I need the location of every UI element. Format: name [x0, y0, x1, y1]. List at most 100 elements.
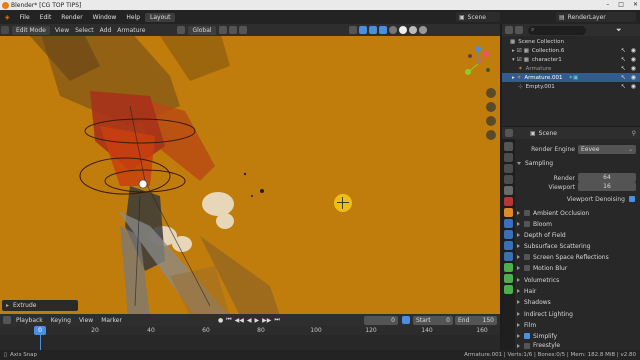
freestyle-checkbox[interactable]	[524, 342, 530, 349]
pivot-icon[interactable]	[218, 26, 227, 34]
section-ambient-occlusion[interactable]: Ambient Occlusion	[517, 208, 637, 218]
editor-type-icon[interactable]	[1, 26, 9, 34]
select-toggle-icon[interactable]: ↖	[621, 83, 626, 90]
outliner-item-empty-001[interactable]: ⊹ Empty.001 ↖ ◉	[502, 82, 640, 91]
section-motion-blur[interactable]: Motion Blur	[517, 263, 637, 273]
select-toggle-icon[interactable]: ↖	[621, 65, 626, 72]
ssr-checkbox[interactable]	[524, 254, 530, 260]
jump-start-icon[interactable]: ⏮	[226, 316, 231, 324]
shading-wireframe-icon[interactable]	[388, 26, 397, 34]
outliner-item-armature-001[interactable]: ▸ ✶ Armature.001 ✶▣ ↖ ◉	[502, 73, 640, 82]
gizmo-icon[interactable]	[358, 26, 367, 34]
pin-icon[interactable]: ⚲	[632, 130, 636, 137]
display-mode-icon[interactable]	[515, 26, 523, 34]
timeline-menu-keying[interactable]: Keying	[47, 317, 75, 324]
select-toggle-icon[interactable]: ↖	[621, 47, 626, 54]
viewport-menu-armature[interactable]: Armature	[114, 27, 148, 34]
3d-cursor-icon[interactable]	[334, 194, 352, 212]
use-preview-range-icon[interactable]	[402, 316, 410, 324]
render-samples-field[interactable]: 64	[578, 173, 636, 182]
expand-icon[interactable]: ▸	[512, 48, 515, 54]
play-icon[interactable]: ▶	[255, 317, 260, 324]
simplify-checkbox[interactable]	[524, 333, 530, 339]
jump-end-icon[interactable]: ⏭	[274, 316, 279, 324]
motion-blur-checkbox[interactable]	[524, 265, 530, 271]
camera-view-icon[interactable]	[486, 116, 496, 126]
bone-constraint-tab-icon[interactable]	[504, 285, 513, 294]
render-engine-dropdown[interactable]: Eevee ⌄	[578, 145, 636, 154]
overlay-icon[interactable]	[368, 26, 377, 34]
section-bloom[interactable]: Bloom	[517, 219, 637, 229]
menu-help[interactable]: Help	[121, 14, 145, 21]
eye-icon[interactable]: ◉	[631, 47, 636, 54]
eye-icon[interactable]: ◉	[631, 83, 636, 90]
next-keyframe-icon[interactable]: ▶▶	[262, 317, 271, 324]
visibility-icon[interactable]	[348, 26, 357, 34]
viewport-menu-add[interactable]: Add	[97, 27, 115, 34]
outliner-item-collection-6[interactable]: ▸ ☑ ▦ Collection.6 ↖ ◉	[502, 46, 640, 55]
ambient-occlusion-checkbox[interactable]	[524, 210, 530, 216]
section-simplify[interactable]: Simplify	[517, 331, 637, 341]
section-sampling[interactable]: Sampling	[517, 158, 637, 168]
timeline-editor-icon[interactable]	[3, 316, 11, 324]
select-toggle-icon[interactable]: ↖	[621, 74, 626, 81]
record-icon[interactable]: ●	[218, 317, 223, 324]
mode-dropdown[interactable]: Edit Mode	[12, 25, 50, 35]
current-frame-field[interactable]: 0	[364, 315, 398, 325]
viewport-samples-field[interactable]: 16	[578, 182, 636, 191]
navigation-gizmo[interactable]	[458, 44, 498, 84]
prev-keyframe-icon[interactable]: ◀◀	[235, 317, 244, 324]
renderlayer-selector[interactable]: ▤ RenderLayer	[556, 12, 636, 22]
section-freestyle[interactable]: Freestyle	[517, 341, 637, 350]
constraints-tab-icon[interactable]	[504, 252, 513, 261]
scene-selector[interactable]: ▣ Scene	[456, 12, 500, 22]
perspective-toggle-icon[interactable]	[486, 130, 496, 140]
play-reverse-icon[interactable]: ◀	[247, 317, 252, 324]
menu-edit[interactable]: Edit	[35, 14, 57, 21]
particles-tab-icon[interactable]	[504, 230, 513, 239]
outliner-editor-icon[interactable]	[505, 26, 513, 34]
minimize-button[interactable]: –	[606, 1, 609, 8]
timeline-menu-playback[interactable]: Playback	[12, 317, 47, 324]
section-depth-of-field[interactable]: Depth of Field	[517, 230, 637, 240]
workspace-tab-layout[interactable]: Layout	[145, 12, 176, 22]
modifier-tab-icon[interactable]	[504, 219, 513, 228]
outliner-search-input[interactable]: ⌕	[528, 25, 586, 35]
eye-icon[interactable]: ◉	[631, 65, 636, 72]
object-tab-icon[interactable]	[504, 208, 513, 217]
timeline-playhead[interactable]: 0	[34, 326, 46, 335]
viewport-menu-view[interactable]: View	[52, 27, 72, 34]
bone-tab-icon[interactable]	[504, 274, 513, 283]
render-tab-icon[interactable]	[504, 153, 513, 162]
maximize-button[interactable]: □	[618, 1, 624, 8]
last-operator-panel[interactable]: ▸ Extrude	[2, 300, 78, 311]
output-tab-icon[interactable]	[504, 164, 513, 173]
transform-orientation-dropdown[interactable]: Global	[188, 25, 216, 35]
pan-view-icon[interactable]	[486, 102, 496, 112]
menu-render[interactable]: Render	[56, 14, 87, 21]
bloom-checkbox[interactable]	[524, 221, 530, 227]
close-button[interactable]: ✕	[633, 1, 638, 8]
section-film[interactable]: Film	[517, 320, 637, 330]
section-shadows[interactable]: Shadows	[517, 297, 637, 307]
eye-icon[interactable]: ◉	[631, 56, 636, 63]
section-indirect-lighting[interactable]: Indirect Lighting	[517, 309, 637, 319]
timeline-menu-view[interactable]: View	[75, 317, 97, 324]
viewport-menu-select[interactable]: Select	[72, 27, 97, 34]
data-tab-icon[interactable]	[504, 263, 513, 272]
tool-tab-icon[interactable]	[504, 142, 513, 151]
shading-rendered-icon[interactable]	[418, 26, 427, 34]
filter-icon[interactable]: ⏷	[616, 26, 622, 35]
shading-solid-icon[interactable]	[398, 26, 407, 34]
menu-file[interactable]: File	[15, 14, 35, 21]
timeline-menu-marker[interactable]: Marker	[97, 317, 126, 324]
world-tab-icon[interactable]	[504, 197, 513, 206]
3d-viewport[interactable]	[0, 36, 500, 314]
select-toggle-icon[interactable]: ↖	[621, 56, 626, 63]
viewport-denoising-checkbox[interactable]	[629, 196, 635, 202]
section-subsurface-scattering[interactable]: Subsurface Scattering	[517, 241, 637, 251]
expand-icon[interactable]: ▾	[512, 57, 515, 63]
menu-window[interactable]: Window	[88, 14, 122, 21]
section-volumetrics[interactable]: Volumetrics	[517, 275, 637, 285]
checkbox-icon[interactable]: ☑	[517, 48, 522, 54]
